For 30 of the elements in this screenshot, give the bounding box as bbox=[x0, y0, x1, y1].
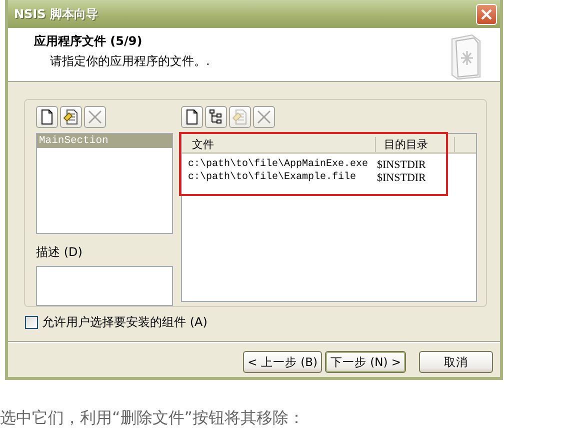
close-button[interactable] bbox=[476, 4, 497, 24]
checkbox-label[interactable]: 允许用户选择要安装的组件 (A) bbox=[42, 314, 208, 330]
table-cell-text: c:\path\to\file\Example.file bbox=[187, 172, 358, 183]
dialog-button[interactable]: < 上一步 (B) bbox=[242, 351, 322, 373]
page-title: 应用程序文件 (5/9) bbox=[34, 33, 144, 50]
delete-icon bbox=[87, 109, 103, 125]
toolbar-button[interactable] bbox=[36, 106, 58, 128]
table-cell-text: $INSTDIR bbox=[376, 158, 427, 170]
toolbar-button[interactable] bbox=[205, 106, 227, 128]
delete-icon bbox=[256, 109, 272, 125]
dialog-button[interactable]: 下一步 (N) > bbox=[325, 351, 406, 373]
column-header[interactable]: 目的目录 bbox=[376, 137, 455, 152]
document-edit-icon bbox=[63, 109, 79, 125]
description-label: 描述 (D) bbox=[36, 244, 84, 262]
checkbox[interactable] bbox=[25, 316, 38, 328]
table-cell-text: $INSTDIR bbox=[376, 172, 427, 184]
toolbar-button[interactable] bbox=[181, 106, 203, 128]
column-header[interactable]: 文件 bbox=[182, 137, 376, 152]
file-list[interactable]: 文件 目的目录 c:\path\to\file\AppMainExe.exe $INSTDIR c:\path\to\file\Example.file $INSTDIR bbox=[181, 133, 477, 302]
window-title: NSIS 脚本向导 bbox=[14, 6, 98, 22]
caption-text: 选中它们，利用“删除文件”按钮将其移除： bbox=[0, 408, 306, 429]
dialog-button[interactable]: 取消 bbox=[419, 351, 493, 373]
table-cell-text: c:\path\to\file\AppMainExe.exe bbox=[187, 159, 370, 170]
toolbar-button[interactable] bbox=[60, 106, 82, 128]
tree-icon bbox=[208, 109, 224, 125]
page-subtitle: 请指定你的应用程序的文件。. bbox=[49, 53, 210, 70]
document-icon bbox=[184, 109, 200, 125]
document-icon bbox=[39, 109, 55, 125]
document-edit-icon bbox=[232, 109, 248, 125]
close-icon bbox=[480, 8, 493, 20]
